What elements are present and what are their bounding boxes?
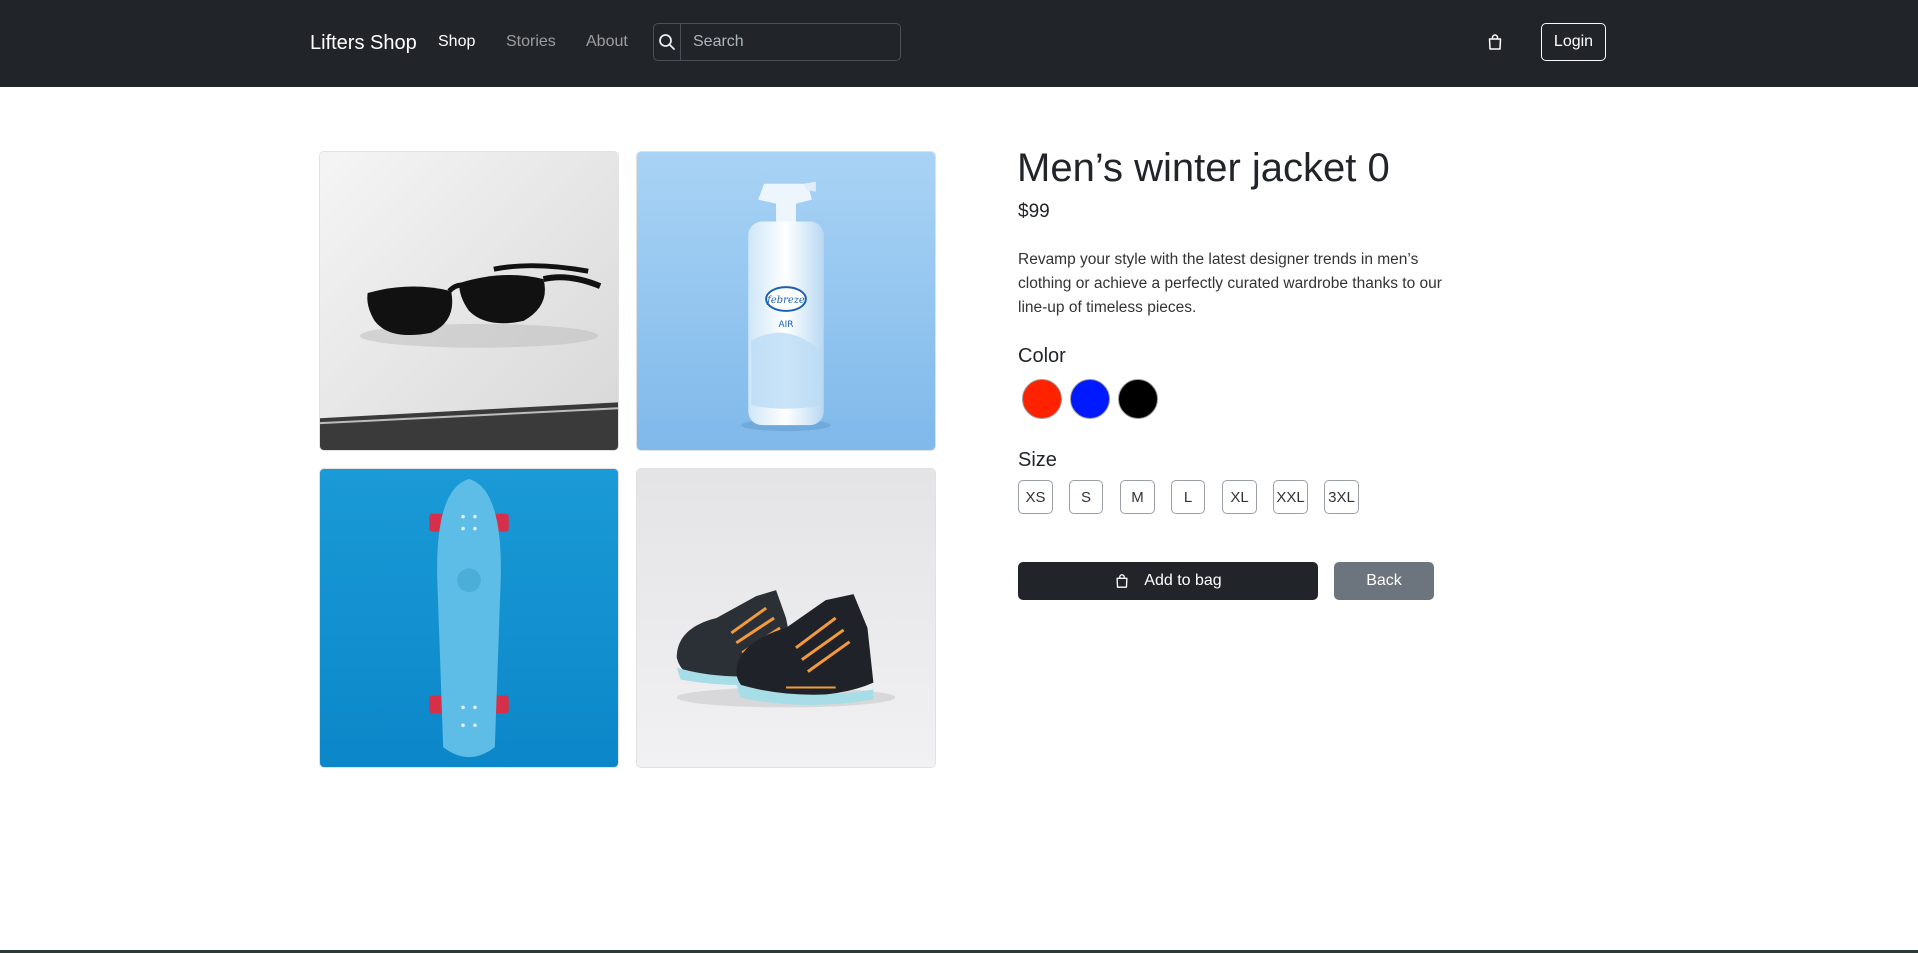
- size-option-s[interactable]: S: [1069, 480, 1103, 514]
- svg-text:febreze: febreze: [766, 295, 805, 306]
- back-button[interactable]: Back: [1334, 562, 1434, 600]
- color-swatch-black[interactable]: [1118, 379, 1158, 419]
- svg-text:AIR: AIR: [779, 320, 794, 330]
- size-label: Size: [1018, 449, 1057, 471]
- color-swatch-red[interactable]: [1022, 379, 1062, 419]
- add-to-bag-button[interactable]: Add to bag: [1018, 562, 1318, 600]
- size-option-xxl[interactable]: XXL: [1273, 480, 1308, 514]
- top-navbar: Lifters Shop Shop Stories About Login: [0, 0, 1918, 87]
- color-swatch-blue[interactable]: [1070, 379, 1110, 419]
- add-to-bag-label: Add to bag: [1144, 572, 1222, 589]
- nav-link-stories[interactable]: Stories: [506, 32, 556, 52]
- size-option-xl[interactable]: XL: [1222, 480, 1257, 514]
- nav-link-shop[interactable]: Shop: [438, 32, 475, 52]
- product-description: Revamp your style with the latest design…: [1018, 251, 1442, 316]
- search-bar: [653, 23, 901, 61]
- size-option-xs[interactable]: XS: [1018, 480, 1053, 514]
- nav-link-about[interactable]: About: [586, 32, 628, 52]
- product-price: $99: [1018, 201, 1050, 222]
- login-button[interactable]: Login: [1541, 23, 1606, 61]
- color-label: Color: [1018, 345, 1066, 367]
- product-title: Men’s winter jacket 0: [1017, 146, 1390, 190]
- product-image-skateboard: [319, 468, 619, 768]
- product-image-sunglasses: [319, 151, 619, 451]
- search-input[interactable]: [681, 24, 900, 60]
- shopping-bag-icon[interactable]: [1486, 33, 1504, 51]
- product-image-air-freshener: febreze AIR: [636, 151, 936, 451]
- shopping-bag-icon: [1114, 573, 1130, 589]
- brand-logo[interactable]: Lifters Shop: [310, 30, 417, 56]
- product-image-sneakers: [636, 468, 936, 768]
- size-option-3xl[interactable]: 3XL: [1324, 480, 1359, 514]
- size-option-m[interactable]: M: [1120, 480, 1155, 514]
- search-icon[interactable]: [654, 24, 681, 60]
- size-option-l[interactable]: L: [1171, 480, 1205, 514]
